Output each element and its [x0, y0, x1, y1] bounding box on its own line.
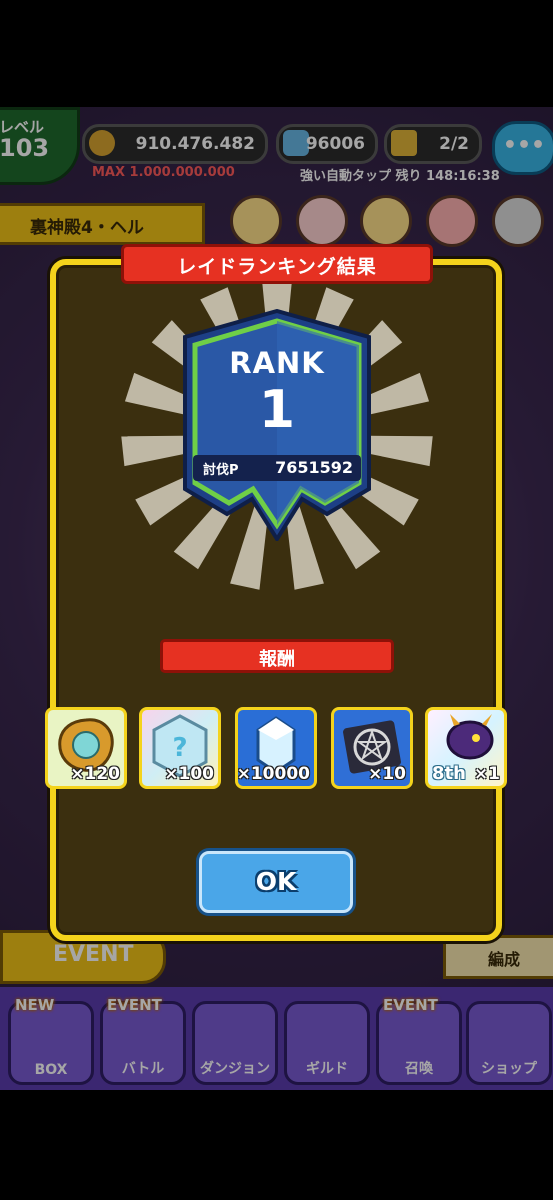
reward-qty-5: ×1 — [473, 764, 500, 784]
score-label: 討伐P — [203, 463, 239, 478]
reward-item-3[interactable]: ×10000 — [235, 707, 317, 789]
score-row: 討伐P 7651592 — [193, 455, 361, 481]
reward-ribbon: 報酬 — [160, 639, 394, 673]
dialog-title: レイドランキング結果 — [177, 256, 377, 278]
dialog-title-ribbon: レイドランキング結果 — [121, 244, 433, 284]
svg-text:?: ? — [172, 733, 187, 763]
reward-item-4[interactable]: ×10 — [331, 707, 413, 789]
reward-item-5[interactable]: 8th ×1 — [425, 707, 507, 789]
reward-item-1[interactable]: ×120 — [45, 707, 127, 789]
reward-qty-4: ×10 — [368, 764, 406, 784]
ok-button[interactable]: OK — [199, 851, 353, 913]
rank-value: 1 — [258, 380, 296, 440]
ok-button-label: OK — [255, 867, 297, 896]
score-value: 7651592 — [275, 458, 353, 477]
reward-qty-3: ×10000 — [236, 764, 310, 784]
reward-item-2[interactable]: ? ×100 — [139, 707, 221, 789]
rank-label: RANK — [229, 346, 325, 380]
reward-qty-2: ×100 — [164, 764, 214, 784]
reward-title: 報酬 — [259, 649, 295, 670]
reward-qty-1: ×120 — [70, 764, 120, 784]
anniversary-label: 8th — [432, 763, 466, 784]
